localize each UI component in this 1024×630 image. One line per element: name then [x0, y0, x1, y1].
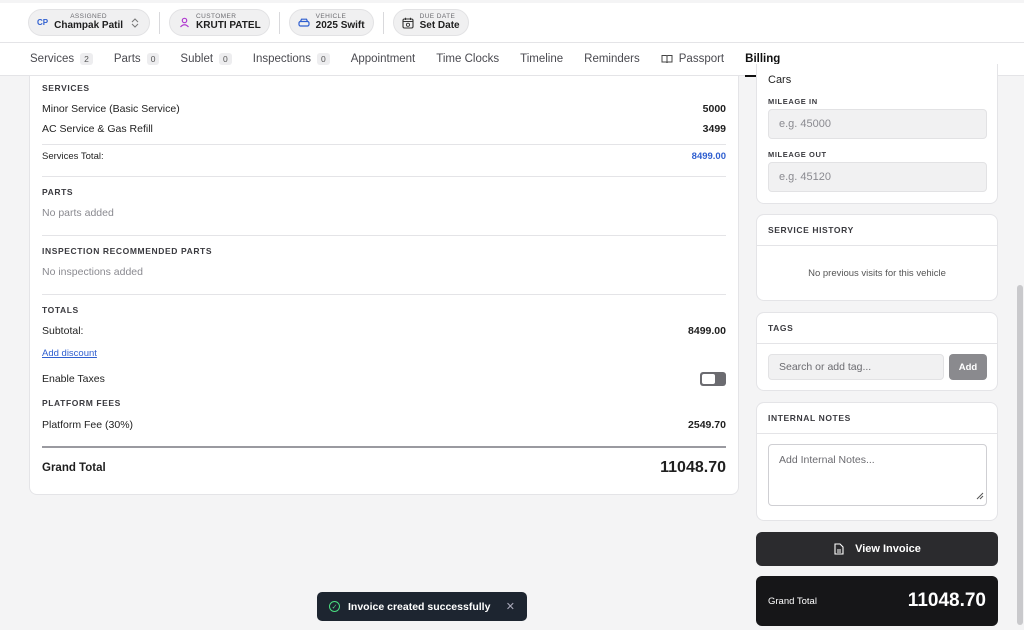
parts-empty-text: No parts added [42, 207, 114, 219]
due-date-chip[interactable]: DUE DATE Set Date [392, 9, 469, 36]
tab-services[interactable]: Services 2 [30, 43, 93, 76]
divider [42, 294, 726, 295]
vehicle-details-card: Cars MILEAGE IN e.g. 45000 MILEAGE OUT e… [756, 64, 998, 204]
divider [757, 343, 997, 344]
toast-message: Invoice created successfully [348, 600, 491, 613]
internal-notes-card: INTERNAL NOTES Add Internal Notes... [756, 402, 998, 521]
service-amount: 5000 [702, 103, 726, 115]
service-amount: 3499 [702, 123, 726, 135]
page-scrollbar[interactable] [1016, 76, 1024, 630]
billing-card: SERVICES Minor Service (Basic Service) 5… [29, 76, 739, 495]
close-icon[interactable]: ✕ [506, 600, 515, 613]
internal-notes-title: INTERNAL NOTES [768, 413, 851, 423]
tag-search-input[interactable]: Search or add tag... [768, 354, 944, 380]
assignee-avatar: CP [37, 18, 49, 27]
platform-fee-label: Platform Fee (30%) [42, 419, 134, 431]
grand-total-divider [42, 446, 726, 448]
divider [42, 176, 726, 177]
chevron-updown-icon [129, 17, 141, 29]
view-invoice-button[interactable]: View Invoice [756, 532, 998, 566]
tab-sublet[interactable]: Sublet 0 [180, 43, 232, 76]
scrollbar-thumb[interactable] [1017, 285, 1023, 625]
services-total-label: Services Total: [42, 151, 104, 162]
tab-inspections[interactable]: Inspections 0 [253, 43, 330, 76]
resize-handle-icon[interactable] [976, 491, 984, 503]
summary-value: 11048.70 [907, 590, 986, 611]
service-line: Minor Service (Basic Service) 5000 [42, 103, 726, 115]
calendar-icon [402, 17, 414, 29]
grand-total-label: Grand Total [42, 462, 106, 474]
mileage-out-label: MILEAGE OUT [768, 150, 827, 159]
header-divider [382, 11, 384, 34]
enable-taxes-label: Enable Taxes [42, 373, 105, 385]
service-name: Minor Service (Basic Service) [42, 103, 180, 115]
inspection-section-title: INSPECTION RECOMMENDED PARTS [42, 246, 213, 256]
check-circle-icon: ✓ [329, 601, 340, 612]
customer-value: KRUTI PATEL [196, 20, 261, 32]
services-section-title: SERVICES [42, 83, 90, 93]
mileage-in-label: MILEAGE IN [768, 97, 818, 106]
vehicle-value: 2025 Swift [315, 20, 365, 32]
document-icon [833, 543, 845, 555]
tab-count: 0 [316, 53, 330, 65]
platform-fee-value: 2549.70 [688, 419, 726, 431]
header-divider [159, 11, 161, 34]
vehicle-chip[interactable]: VEHICLE 2025 Swift [288, 9, 374, 36]
assigned-chip[interactable]: CP ASSIGNED Champak Patil [28, 9, 151, 36]
service-name: AC Service & Gas Refill [42, 123, 153, 135]
tab-time-clocks[interactable]: Time Clocks [436, 43, 499, 76]
vehicle-type-text: Cars [768, 74, 792, 86]
subtotal-label: Subtotal: [42, 325, 84, 337]
assigned-value: Champak Patil [54, 20, 124, 32]
tab-appointment[interactable]: Appointment [351, 43, 416, 76]
tab-timeline[interactable]: Timeline [520, 43, 563, 76]
service-history-empty: No previous visits for this vehicle [808, 268, 946, 279]
service-history-title: SERVICE HISTORY [768, 225, 854, 235]
enable-taxes-toggle[interactable] [700, 372, 726, 386]
divider [42, 235, 726, 236]
tags-title: TAGS [768, 323, 794, 333]
mileage-out-input[interactable]: e.g. 45120 [768, 162, 987, 192]
totals-section-title: TOTALS [42, 305, 79, 315]
internal-notes-textarea[interactable]: Add Internal Notes... [768, 444, 987, 506]
add-discount-link[interactable]: Add discount [42, 348, 97, 359]
service-line: AC Service & Gas Refill 3499 [42, 123, 726, 135]
divider [757, 245, 997, 246]
user-icon [178, 17, 190, 29]
tab-count: 0 [146, 53, 160, 65]
add-tag-button[interactable]: Add [949, 354, 987, 380]
tags-card: TAGS Search or add tag... Add [756, 312, 998, 391]
inspections-empty-text: No inspections added [42, 266, 143, 278]
subtotal-value: 8499.00 [688, 325, 726, 337]
view-invoice-label: View Invoice [855, 543, 921, 555]
tab-count: 2 [80, 53, 93, 65]
tab-count: 0 [219, 53, 232, 65]
due-date-value: Set Date [419, 20, 460, 32]
service-history-card: SERVICE HISTORY No previous visits for t… [756, 214, 998, 301]
success-toast: ✓ Invoice created successfully ✕ [317, 592, 527, 621]
book-icon [661, 53, 673, 65]
summary-label: Grand Total [768, 595, 817, 607]
grand-total-value: 11048.70 [660, 459, 726, 476]
customer-chip[interactable]: CUSTOMER KRUTI PATEL [169, 9, 270, 36]
tab-reminders[interactable]: Reminders [584, 43, 640, 76]
mileage-in-input[interactable]: e.g. 45000 [768, 109, 987, 139]
tab-parts[interactable]: Parts 0 [114, 43, 160, 76]
header-divider [278, 11, 280, 34]
tab-passport[interactable]: Passport [661, 43, 724, 76]
services-total-value: 8499.00 [691, 151, 726, 162]
platform-fees-title: PLATFORM FEES [42, 398, 121, 408]
car-icon [298, 17, 310, 29]
parts-section-title: PARTS [42, 187, 74, 197]
divider [757, 433, 997, 434]
job-header: CP ASSIGNED Champak Patil CUSTOMER KRUTI… [0, 0, 1024, 43]
notes-placeholder: Add Internal Notes... [779, 454, 875, 466]
divider [42, 144, 726, 145]
grand-total-summary: Grand Total 11048.70 [756, 576, 998, 626]
